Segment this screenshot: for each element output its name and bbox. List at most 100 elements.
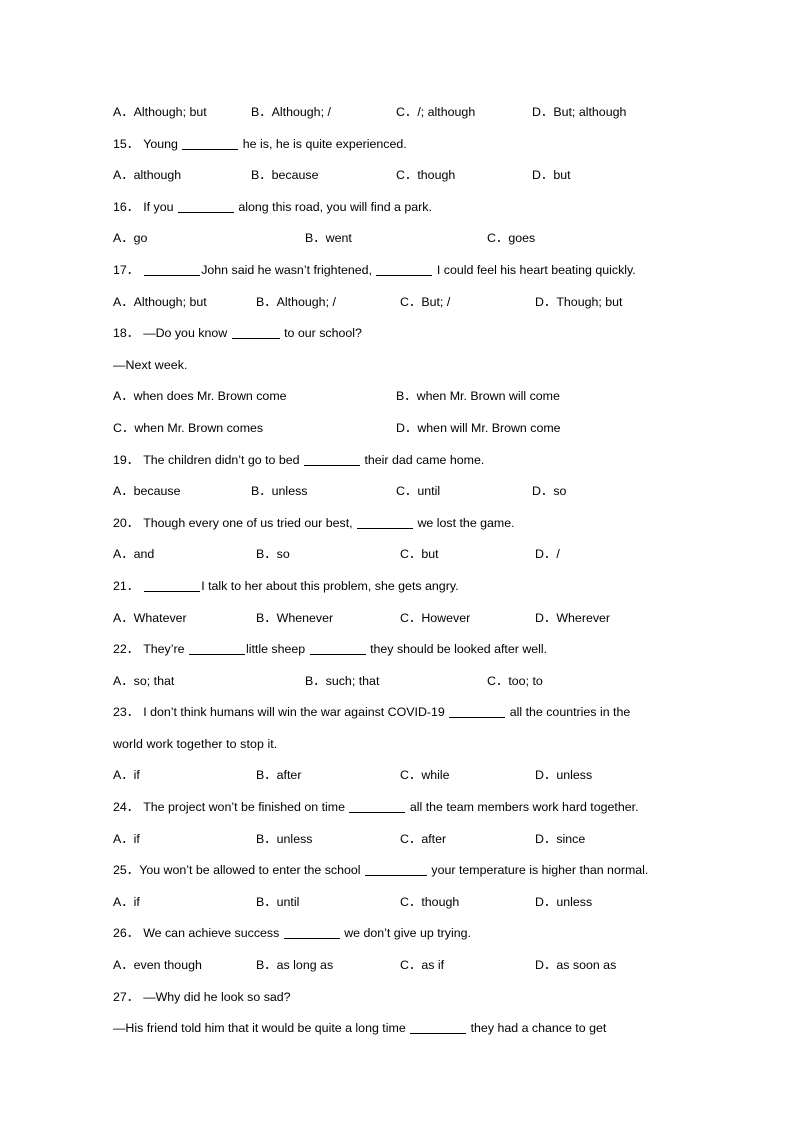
question-number: 19． [113,452,140,467]
option-d: D．since [535,831,586,846]
option-b: B．so [256,547,290,562]
option-c: C．as if [400,958,445,973]
option-d: D．unless [535,894,593,909]
question-text-after: their dad came home. [361,452,485,467]
option-c: C．though [396,168,456,183]
answer-blank [364,875,427,877]
option-b: B．unless [251,484,308,499]
option-a: A．go [113,231,148,246]
question-number: 25． [113,863,140,878]
option-d: D．unless [535,768,593,783]
option-b: B．after [256,768,302,783]
option-a: A．if [113,831,140,846]
question-number: 21． [113,578,140,593]
option-d: D．But; although [532,105,627,119]
question-16: 16． If you along this road, you will find… [113,192,719,224]
question-text-before: If you [143,199,177,214]
question-text-before: Young [143,136,182,151]
answer-blank [304,464,360,466]
option-a: A．although [113,168,182,183]
option-c: C．However [400,610,471,625]
question-18-answer: —Next week. [113,357,188,372]
option-c: C．/; although [396,105,476,119]
question-text-before: —His friend told him that it would be qu… [113,1021,410,1036]
question-text-after: your temperature is higher than normal. [427,863,649,878]
option-b: B．went [305,231,352,246]
option-b: B．Whenever [256,610,334,625]
question-number: 20． [113,515,140,530]
options-row: A．and B．so C．but D．/ [113,539,719,571]
option-d: D．but [532,168,571,183]
question-text-after: we lost the game. [414,515,515,530]
options-row: A．because B．unless C．until D．so [113,476,719,508]
option-c: C．But; / [400,294,451,309]
question-text-after: he is, he is quite experienced. [239,136,407,151]
question-20: 20． Though every one of us tried our best… [113,508,719,540]
question-text-after: along this road, you will find a park. [234,199,432,214]
option-d: D．when will Mr. Brown come [396,420,561,435]
options-row: A．Whatever B．Whenever C．However D．Wherev… [113,603,719,635]
options-row: A．when does Mr. Brown come B．when Mr. Br… [113,381,719,413]
question-text-before: You won’t be allowed to enter the school [139,863,364,878]
option-b: B．until [256,894,300,909]
options-row: A．if B．unless C．after D．since [113,824,719,856]
question-17: 17． John said he wasn’t frightened, I cou… [113,255,719,287]
option-a: A．so; that [113,673,175,688]
option-a: A．Whatever [113,610,187,625]
option-c: C．when Mr. Brown comes [113,420,264,435]
option-c: C．until [396,484,441,499]
option-c: C．but [400,547,439,562]
options-row: A．Although; but B．Although; / C．/; altho… [113,97,719,129]
options-row: A．even though B．as long as C．as if D．as … [113,950,719,982]
option-c: C．while [400,768,450,783]
option-d: D．Though; but [535,294,623,309]
option-a: A．even though [113,958,202,973]
question-number: 15． [113,136,140,151]
question-number: 16． [113,199,140,214]
question-number: 26． [113,926,140,941]
question-text-before: They’re [143,642,188,657]
option-b: B．Although; / [251,105,331,119]
option-d: D．Wherever [535,610,611,625]
question-text-after: I talk to her about this problem, she ge… [201,578,459,593]
question-19: 19． The children didn’t go to bed their d… [113,445,719,477]
options-row: A．so; that B．such; that C．too; to [113,666,719,698]
option-c: C．after [400,831,447,846]
answer-blank [188,654,245,656]
question-25: 25．You won’t be allowed to enter the sch… [113,855,719,887]
question-text-before: The children didn’t go to bed [143,452,303,467]
option-c: C．goes [487,231,536,246]
question-text-after: all the countries in the [506,705,631,720]
answer-blank [231,338,280,340]
question-22: 22． They’re little sheep they should be l… [113,634,719,666]
options-row: A．although B．because C．though D．but [113,160,719,192]
answer-blank [177,211,234,213]
question-text-after: we don’t give up trying. [340,926,471,941]
answer-blank [283,938,340,940]
question-text-before: We can achieve success [143,926,283,941]
option-b: B．because [251,168,319,183]
question-21: 21． I talk to her about this problem, she… [113,571,719,603]
answer-blank [144,590,201,592]
question-15: 15． Young he is, he is quite experienced. [113,129,719,161]
question-27-answer: —His friend told him that it would be qu… [113,1013,719,1045]
option-a: A．Although; but [113,294,207,309]
question-26: 26． We can achieve success we don’t give … [113,918,719,950]
options-row: A．Although; but B．Although; / C．But; / D… [113,287,719,319]
option-d: D．/ [535,547,560,562]
question-text-middle: John said he wasn’t frightened, [201,262,376,277]
option-c: C．though [400,894,460,909]
question-text-before: I don’t think humans will win the war ag… [143,705,449,720]
question-text-after: they had a chance to get [467,1021,607,1036]
option-b: B．as long as [256,958,334,973]
question-number: 27． [113,989,140,1004]
question-number: 17． [113,262,140,277]
option-d: D．so [532,484,567,499]
question-text-middle: little sheep [245,642,309,657]
question-text-before: —Do you know [143,326,231,341]
answer-blank [357,527,414,529]
question-text-after: to our school? [280,326,362,341]
question-number: 18． [113,326,140,341]
question-23: 23． I don’t think humans will win the war… [113,697,719,729]
option-c: C．too; to [487,673,543,688]
